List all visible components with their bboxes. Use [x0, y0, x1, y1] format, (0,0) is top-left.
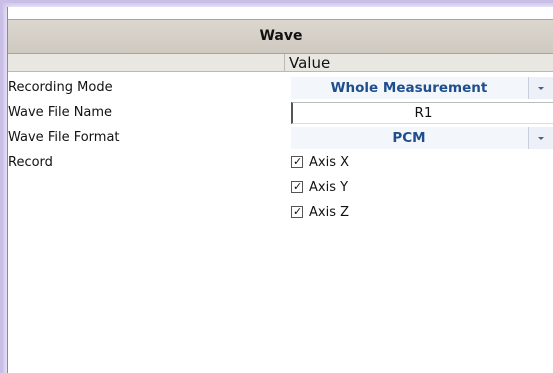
record-label: Record	[8, 155, 53, 170]
axis-y-checkbox-box[interactable]: ✓	[291, 181, 303, 193]
row-recording-mode: Recording Mode Whole Measurement	[8, 75, 553, 100]
axis-z-label: Axis Z	[309, 205, 350, 220]
wave-file-format-dropdown[interactable]: PCM	[291, 127, 553, 149]
checkmark-icon: ✓	[293, 180, 303, 193]
value-column-header: Value	[285, 54, 553, 72]
row-wave-file-name: Wave File Name R1	[8, 100, 553, 125]
row-record: Record	[8, 150, 553, 175]
recording-mode-dropdown[interactable]: Whole Measurement	[291, 77, 553, 99]
checkmark-icon: ✓	[293, 205, 303, 218]
wave-file-format-value: PCM	[392, 130, 426, 146]
recording-mode-dropdown-button[interactable]	[528, 77, 553, 99]
axis-x-label: Axis X	[309, 155, 350, 170]
row-wave-file-format: Wave File Format PCM	[8, 125, 553, 150]
wave-file-format-label: Wave File Format	[8, 130, 120, 145]
chevron-down-icon	[538, 87, 544, 90]
wave-file-name-label: Wave File Name	[8, 105, 113, 120]
wave-file-format-dropdown-button[interactable]	[528, 127, 553, 149]
axis-y-label: Axis Y	[309, 180, 349, 195]
property-panel: Wave Value Recording Mode Whole Measurem…	[7, 7, 553, 373]
recording-mode-label: Recording Mode	[8, 80, 113, 95]
wave-file-name-input[interactable]: R1	[291, 102, 553, 124]
checkmark-icon: ✓	[293, 155, 303, 168]
axis-x-checkbox-box[interactable]: ✓	[291, 156, 303, 168]
chevron-down-icon	[538, 137, 544, 140]
property-column-header	[8, 54, 285, 72]
panel-title: Wave	[8, 19, 553, 54]
axis-z-checkbox-box[interactable]: ✓	[291, 206, 303, 218]
recording-mode-value: Whole Measurement	[330, 80, 488, 96]
